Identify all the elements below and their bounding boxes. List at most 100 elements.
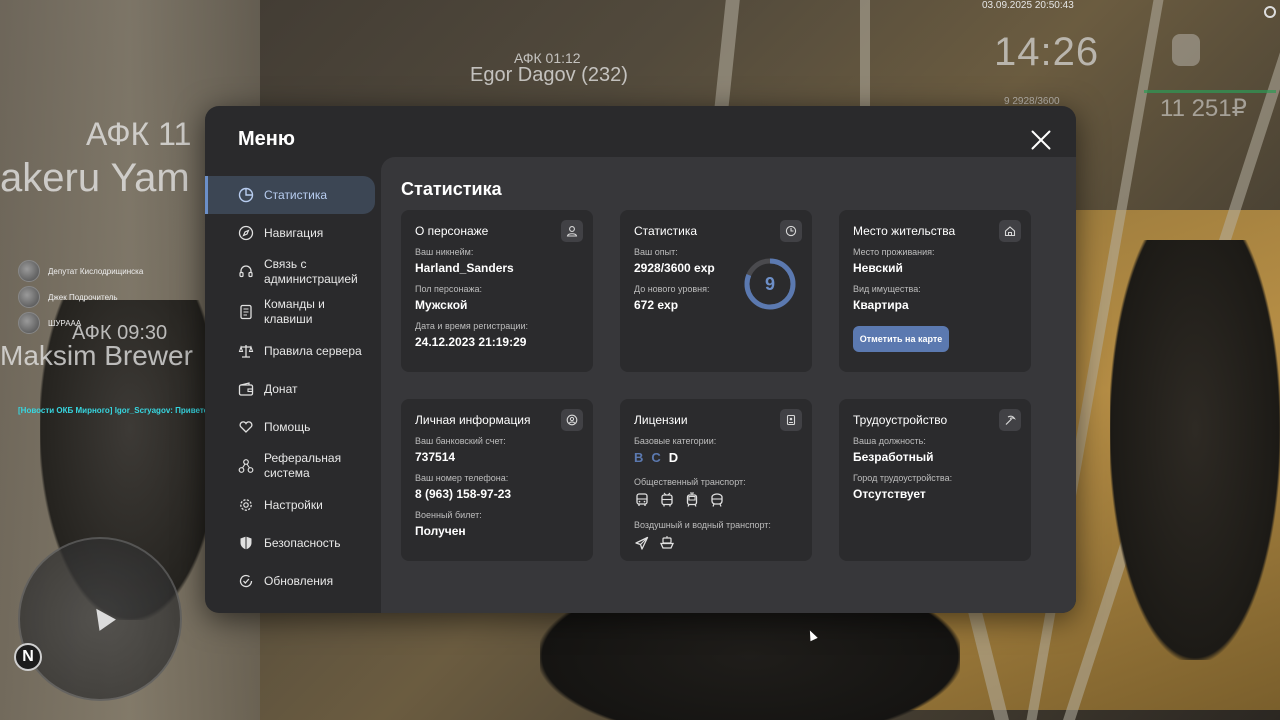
menu-window: Меню Статистика Навигация Связь с админи… xyxy=(205,106,1076,613)
employment-card: Трудоустройство Ваша должность: Безработ… xyxy=(839,399,1031,561)
sidebar-item-updates[interactable]: Обновления xyxy=(205,562,381,600)
north-icon: N xyxy=(14,643,42,671)
user-circle-icon xyxy=(561,409,583,431)
voice-chat-name: ШУРААА xyxy=(48,318,82,328)
personal-info-card: Личная информация Ваш банковский счет: 7… xyxy=(401,399,593,561)
card-title: Статистика xyxy=(634,224,698,238)
user-icon xyxy=(561,220,583,242)
voice-chat-name: Депутат Кислодрищинска xyxy=(48,266,144,276)
sidebar-item-help[interactable]: Помощь xyxy=(205,408,381,446)
trolleybus-icon xyxy=(659,492,675,508)
field-label: Пол персонажа: xyxy=(415,284,483,294)
sidebar-item-label: Навигация xyxy=(264,225,324,240)
employment-city-value: Отсутствует xyxy=(853,487,926,501)
card-title: Место жительства xyxy=(853,224,956,238)
card-title: Личная информация xyxy=(415,413,531,427)
field-label: Воздушный и водный транспорт: xyxy=(634,520,771,530)
position-value: Безработный xyxy=(853,450,934,464)
statistics-panel: Статистика О персонаже Ваш никнейм: Harl… xyxy=(381,157,1076,613)
scales-icon xyxy=(238,343,254,359)
sidebar-item-admin-contact[interactable]: Связь с администрацией xyxy=(205,252,381,292)
voice-chat-item: Джек Подрочитель xyxy=(18,284,143,310)
gear-icon xyxy=(238,497,254,513)
sidebar-item-donate[interactable]: Донат xyxy=(205,370,381,408)
hud-clock: 14:26 xyxy=(994,30,1100,74)
field-label: Место проживания: xyxy=(853,247,935,257)
sidebar-item-statistics[interactable]: Статистика xyxy=(205,176,375,214)
field-label: Вид имущества: xyxy=(853,284,921,294)
sidebar-item-rules[interactable]: Правила сервера xyxy=(205,332,381,370)
sidebar-item-label: Связь с администрацией xyxy=(264,257,358,286)
field-label: Ваш банковский счет: xyxy=(415,436,506,446)
sidebar-item-label: Реферальная система xyxy=(264,451,342,480)
sidebar-item-commands[interactable]: Команды и клавиши xyxy=(205,292,381,332)
field-label: Город трудоустройства: xyxy=(853,473,953,483)
pickaxe-icon xyxy=(999,409,1021,431)
sidebar-item-label: Безопасность xyxy=(264,535,341,550)
sidebar-item-label: Настройки xyxy=(264,497,323,512)
character-card: О персонаже Ваш никнейм: Harland_Sanders… xyxy=(401,210,593,372)
property-value: Квартира xyxy=(853,298,909,312)
air-water-transport-icons xyxy=(634,535,798,551)
headset-icon xyxy=(238,264,254,280)
referral-icon xyxy=(238,458,254,474)
afk-tag: АФК 11 xyxy=(86,116,192,152)
menu-title: Меню xyxy=(238,128,295,150)
hud-datetime: 03.09.2025 20:50:43 xyxy=(982,0,1074,11)
character-model xyxy=(1110,240,1280,660)
level-number: 9 xyxy=(764,274,775,294)
boat-icon xyxy=(659,535,675,551)
stats-card: Статистика Ваш опыт: 2928/3600 exp До но… xyxy=(620,210,812,372)
field-label: Ваш никнейм: xyxy=(415,247,474,257)
field-label: Базовые категории: xyxy=(634,436,717,446)
sidebar-item-label: Донат xyxy=(264,381,298,396)
sidebar-item-referral[interactable]: Реферальная система xyxy=(205,446,381,486)
character-model xyxy=(540,600,960,720)
plane-icon xyxy=(634,535,650,551)
sidebar-item-label: Правила сервера xyxy=(264,343,362,358)
voice-chat-item: ШУРААА xyxy=(18,310,143,336)
player-nametag: akeru Yam xyxy=(0,156,190,200)
page-title: Статистика xyxy=(401,179,502,199)
military-id-value: Получен xyxy=(415,524,466,538)
player-nametag: Maksim Brewer xyxy=(0,340,193,371)
health-bar xyxy=(1144,90,1276,93)
document-icon xyxy=(238,304,254,320)
sidebar-item-label: Команды и клавиши xyxy=(264,297,325,326)
bank-account-value: 737514 xyxy=(415,450,456,464)
residence-card: Место жительства Место проживания: Невск… xyxy=(839,210,1031,372)
shield-icon xyxy=(238,535,254,551)
wallet-icon xyxy=(238,381,254,397)
licenses-card: Лицензии Базовые категории: BCD Обществе… xyxy=(620,399,812,561)
refresh-check-icon xyxy=(238,573,254,589)
sidebar-item-label: Статистика xyxy=(264,187,328,202)
close-icon[interactable] xyxy=(1029,128,1053,152)
field-label: Дата и время регистрации: xyxy=(415,321,528,331)
id-badge-icon xyxy=(780,409,802,431)
sidebar-item-navigation[interactable]: Навигация xyxy=(205,214,381,252)
license-category-c: C xyxy=(651,450,663,465)
public-transport-icons xyxy=(634,492,798,508)
mark-on-map-button[interactable]: Отметить на карте xyxy=(853,326,949,352)
avatar xyxy=(18,286,40,308)
avatar xyxy=(18,260,40,282)
gender-value: Мужской xyxy=(415,298,468,312)
voice-chat-name: Джек Подрочитель xyxy=(48,292,118,302)
player-nametag: Egor Dagov (232) xyxy=(470,64,628,86)
house-icon xyxy=(999,220,1021,242)
settings-icon[interactable] xyxy=(1264,6,1276,18)
sidebar-item-security[interactable]: Безопасность xyxy=(205,524,381,562)
cell-bar xyxy=(714,0,740,110)
license-category-d: D xyxy=(668,450,681,465)
metro-icon xyxy=(709,492,725,508)
fist-icon xyxy=(1172,34,1200,66)
card-title: Лицензии xyxy=(634,413,688,427)
bus-icon xyxy=(634,492,650,508)
compass-icon xyxy=(238,225,254,241)
avatar xyxy=(18,312,40,334)
pie-chart-icon xyxy=(238,187,254,203)
sidebar-item-label: Обновления xyxy=(264,573,334,588)
voice-chat-list: Депутат Кислодрищинска Джек Подрочитель … xyxy=(18,258,143,336)
registration-value: 24.12.2023 21:19:29 xyxy=(415,335,527,349)
sidebar-item-settings[interactable]: Настройки xyxy=(205,486,381,524)
